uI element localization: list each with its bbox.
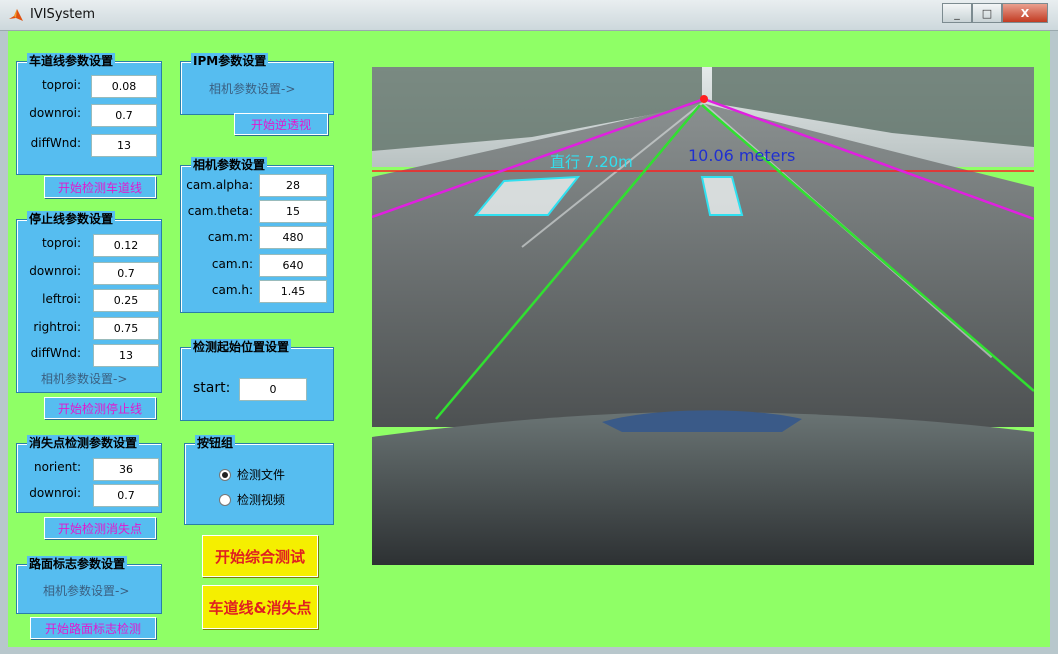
cam-m-input[interactable]: 480 (259, 226, 327, 249)
cam-h-input[interactable]: 1.45 (259, 280, 327, 303)
cam-h-label: cam.h: (211, 283, 253, 297)
vanish-params-title: 消失点检测参数设置 (27, 435, 140, 451)
main-client-area: 车道线参数设置 toproi: 0.08 downroi: 0.7 diffWn… (8, 31, 1050, 647)
start-stopline-detection-button[interactable]: 开始检测停止线 (44, 397, 156, 419)
stop-toproi-label: toproi: (41, 236, 81, 250)
stop-rightroi-input[interactable]: 0.75 (93, 317, 159, 340)
start-position-title: 检测起始位置设置 (191, 339, 292, 355)
button-group-panel: 按钮组 检测文件 检测视频 (184, 435, 334, 525)
stop-rightroi-label: rightroi: (33, 320, 81, 334)
vanish-norient-input[interactable]: 36 (93, 458, 159, 481)
ipm-params-panel: IPM参数设置 相机参数设置-> (180, 53, 334, 115)
stop-leftroi-input[interactable]: 0.25 (93, 289, 159, 312)
lane-vanish-button[interactable]: 车道线&消失点 (202, 585, 318, 629)
stop-diffwnd-input[interactable]: 13 (93, 344, 159, 367)
stop-diffwnd-label: diffWnd: (30, 346, 81, 360)
lane-params-panel: 车道线参数设置 toproi: 0.08 downroi: 0.7 diffWn… (16, 53, 162, 175)
maximize-button[interactable]: □ (972, 3, 1002, 23)
stopline-camera-params-link[interactable]: 相机参数设置-> (41, 370, 127, 387)
ipm-params-title: IPM参数设置 (191, 53, 269, 69)
start-ipm-button[interactable]: 开始逆透视 (234, 113, 328, 135)
detect-video-radio[interactable]: 检测视频 (219, 491, 285, 508)
ipm-camera-params-link[interactable]: 相机参数设置-> (209, 80, 295, 97)
stopline-params-title: 停止线参数设置 (27, 211, 116, 227)
lane-downroi-input[interactable]: 0.7 (91, 104, 157, 127)
camera-params-panel: 相机参数设置 cam.alpha: 28 cam.theta: 15 cam.m… (180, 157, 334, 313)
button-group-title: 按钮组 (195, 435, 236, 451)
lane-diffwnd-label: diffWnd: (30, 136, 81, 150)
cam-alpha-input[interactable]: 28 (259, 174, 327, 197)
stop-downroi-label: downroi: (29, 264, 81, 278)
title-bar[interactable]: IVISystem _ □ X (0, 0, 1058, 31)
stopline-params-panel: 停止线参数设置 toproi: 0.12 downroi: 0.7 leftro… (16, 211, 162, 393)
vanishing-point-marker (700, 95, 708, 103)
roadmark-params-title: 路面标志参数设置 (27, 556, 128, 572)
app-window: IVISystem _ □ X 车道线参数设置 toproi: 0.08 dow… (0, 0, 1058, 654)
lane-downroi-label: downroi: (29, 106, 81, 120)
vanish-downroi-label: downroi: (29, 486, 81, 500)
close-button[interactable]: X (1002, 3, 1048, 23)
vanish-params-panel: 消失点检测参数设置 norient: 36 downroi: 0.7 (16, 435, 162, 513)
lane-toproi-label: toproi: (41, 78, 81, 92)
stop-leftroi-label: leftroi: (42, 292, 81, 306)
stop-downroi-input[interactable]: 0.7 (93, 262, 159, 285)
camera-params-title: 相机参数设置 (191, 157, 268, 173)
lane-toproi-input[interactable]: 0.08 (91, 75, 157, 98)
cam-theta-label: cam.theta: (187, 204, 253, 218)
window-title: IVISystem (30, 7, 96, 22)
radio-unselected-icon (219, 493, 231, 506)
window-controls: _ □ X (942, 3, 1048, 23)
matlab-logo-icon (9, 9, 23, 21)
video-display: 直行 7.20m 10.06 meters (372, 67, 1034, 565)
cam-alpha-label: cam.alpha: (186, 178, 253, 192)
roadmark-camera-params-link[interactable]: 相机参数设置-> (43, 582, 129, 599)
cam-m-label: cam.m: (207, 230, 253, 244)
cam-n-label: cam.n: (211, 257, 253, 271)
overlay-label: 直行 7.20m (550, 153, 633, 171)
stop-toproi-input[interactable]: 0.12 (93, 234, 159, 257)
car-hood (372, 412, 1034, 565)
detect-file-label: 检测文件 (237, 468, 286, 482)
start-roadmark-detection-button[interactable]: 开始路面标志检测 (30, 617, 156, 639)
start-label: start: (193, 380, 231, 396)
vanish-downroi-input[interactable]: 0.7 (93, 484, 159, 507)
start-vanish-detection-button[interactable]: 开始检测消失点 (44, 517, 156, 539)
cam-n-input[interactable]: 640 (259, 254, 327, 277)
start-lane-detection-button[interactable]: 开始检测车道线 (44, 176, 156, 198)
distance-label: 10.06 meters (688, 146, 795, 165)
roadmark-params-panel: 路面标志参数设置 相机参数设置-> (16, 556, 162, 614)
combined-test-button[interactable]: 开始综合测试 (202, 535, 318, 577)
lane-diffwnd-input[interactable]: 13 (91, 134, 157, 157)
lane-params-title: 车道线参数设置 (27, 53, 116, 69)
vanish-norient-label: norient: (34, 460, 81, 474)
detect-video-label: 检测视频 (237, 493, 286, 507)
minimize-button[interactable]: _ (942, 3, 972, 23)
radio-selected-icon (219, 468, 231, 481)
start-position-panel: 检测起始位置设置 start: 0 (180, 339, 334, 421)
detect-file-radio[interactable]: 检测文件 (219, 466, 285, 483)
cam-theta-input[interactable]: 15 (259, 200, 327, 223)
start-input[interactable]: 0 (239, 378, 307, 401)
